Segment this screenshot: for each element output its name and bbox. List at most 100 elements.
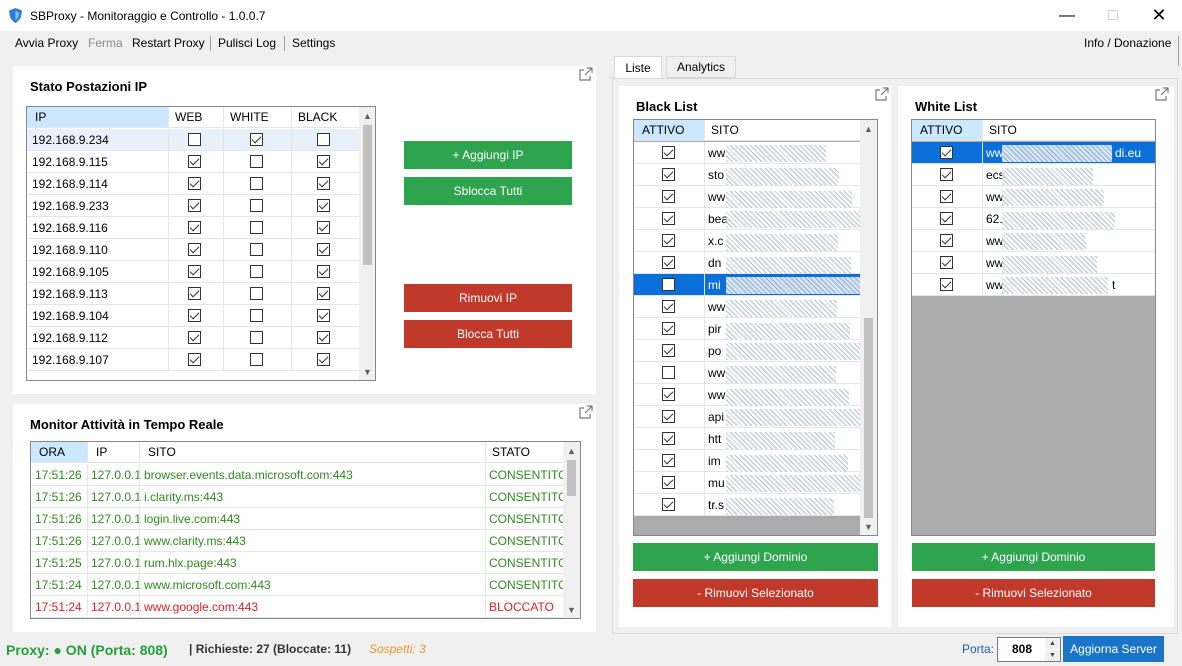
table-row[interactable]: 192.168.9.234 [27,129,359,151]
scroll-down-icon[interactable]: ▼ [359,363,375,380]
checkbox[interactable] [250,177,263,190]
list-item[interactable]: ww [634,142,860,164]
scroll-up-icon[interactable]: ▲ [860,120,877,137]
checkbox[interactable] [250,155,263,168]
list-item[interactable]: ww di.eu [912,142,1155,164]
table-row[interactable]: 192.168.9.110 [27,239,359,261]
whitelist-add-domain-button[interactable]: + Aggiungi Dominio [912,543,1155,571]
checkbox[interactable] [662,190,675,203]
checkbox[interactable] [317,265,330,278]
checkbox[interactable] [188,331,201,344]
checkbox[interactable] [188,353,201,366]
tab-analytics[interactable]: Analytics [666,56,736,78]
remove-ip-button[interactable]: Rimuovi IP [404,284,572,312]
col-header-black[interactable]: BLACK [291,107,359,128]
table-row[interactable]: 192.168.9.115 [27,151,359,173]
list-item[interactable]: mi [634,274,864,296]
list-item[interactable]: ecs [912,164,1155,186]
scroll-down-icon[interactable]: ▼ [563,601,580,618]
table-row[interactable]: 192.168.9.113 [27,283,359,305]
col-header-status[interactable]: STATO [485,442,563,463]
list-item[interactable]: ww [912,230,1155,252]
blacklist-scrollbar[interactable]: ▲ ▼ [860,120,877,535]
checkbox[interactable] [662,212,675,225]
list-item[interactable]: bea [634,208,865,230]
block-all-button[interactable]: Blocca Tutti [404,320,572,348]
list-item[interactable]: ww [634,384,860,406]
checkbox[interactable] [317,331,330,344]
checkbox[interactable] [662,168,675,181]
menu-stop[interactable]: Ferma [88,36,123,50]
tab-lists[interactable]: Liste [614,56,662,78]
checkbox[interactable] [940,190,953,203]
blacklist-add-domain-button[interactable]: + Aggiungi Dominio [633,543,878,571]
checkbox[interactable] [662,322,675,335]
list-item[interactable]: sto [634,164,860,186]
table-row[interactable]: 192.168.9.116 [27,217,359,239]
checkbox[interactable] [940,256,953,269]
table-row[interactable]: 17:51:26 127.0.0.1 browser.events.data.mic… [31,464,567,486]
list-item[interactable]: htt [634,428,860,450]
popout-icon[interactable] [579,405,593,419]
checkbox[interactable] [940,278,953,291]
table-row[interactable]: 17:51:24 127.0.0.1 www.microsoft.com:443 CO… [31,574,567,596]
list-item[interactable]: pir [634,318,860,340]
monitor-scrollbar[interactable]: ▲ ▼ [563,442,580,618]
table-row[interactable]: 17:51:26 127.0.0.1 i.clarity.ms:443 CONSENT… [31,486,567,508]
scroll-thumb[interactable] [567,460,576,496]
checkbox[interactable] [662,234,675,247]
checkbox[interactable] [662,366,675,379]
checkbox[interactable] [188,199,201,212]
list-item[interactable]: x.c [634,230,860,252]
checkbox[interactable] [662,410,675,423]
col-header-active[interactable]: ATTIVO [912,120,982,141]
list-item[interactable]: ww [634,362,860,384]
col-header-ip[interactable]: IP [27,107,168,128]
checkbox[interactable] [250,221,263,234]
port-value[interactable]: 808 [1012,642,1032,656]
menu-settings[interactable]: Settings [292,36,335,50]
port-stepper[interactable]: 808 ▲ ▼ [997,637,1061,662]
checkbox[interactable] [188,287,201,300]
table-row[interactable]: 192.168.9.112 [27,327,359,349]
scroll-thumb[interactable] [363,125,372,265]
checkbox[interactable] [317,309,330,322]
checkbox[interactable] [940,212,953,225]
popout-icon[interactable] [579,67,593,81]
col-header-site[interactable]: SITO [139,442,485,463]
checkbox[interactable] [662,344,675,357]
checkbox[interactable] [940,168,953,181]
popout-icon[interactable] [1155,87,1169,101]
checkbox[interactable] [188,155,201,168]
scroll-up-icon[interactable]: ▲ [359,107,375,124]
checkbox[interactable] [662,300,675,313]
minimize-button[interactable]: — [1044,0,1090,31]
col-header-white[interactable]: WHITE [223,107,291,128]
scroll-thumb[interactable] [864,318,873,518]
checkbox[interactable] [317,243,330,256]
checkbox[interactable] [250,353,263,366]
checkbox[interactable] [250,265,263,278]
stepper-down-icon[interactable]: ▼ [1045,650,1060,661]
add-ip-button[interactable]: + Aggiungi IP [404,141,572,169]
table-row[interactable]: 17:51:25 127.0.0.1 rum.hlx.page:443 CONSENT… [31,552,567,574]
update-server-button[interactable]: Aggiorna Server [1063,636,1164,662]
checkbox[interactable] [662,388,675,401]
checkbox[interactable] [188,133,201,146]
list-item[interactable]: ww [912,186,1155,208]
col-header-time[interactable]: ORA [31,442,87,463]
col-header-ip[interactable]: IP [87,442,139,463]
maximize-button[interactable]: □ [1090,0,1136,31]
col-header-site[interactable]: SITO [982,120,1155,141]
menu-restart-proxy[interactable]: Restart Proxy [132,36,205,50]
checkbox[interactable] [662,454,675,467]
menu-clear-log[interactable]: Pulisci Log [218,36,276,50]
scroll-up-icon[interactable]: ▲ [563,442,580,459]
checkbox[interactable] [317,221,330,234]
table-row[interactable]: 192.168.9.105 [27,261,359,283]
checkbox[interactable] [662,476,675,489]
table-row[interactable]: 192.168.9.233 [27,195,359,217]
checkbox[interactable] [317,353,330,366]
unlock-all-button[interactable]: Sblocca Tutti [404,177,572,205]
checkbox[interactable] [250,243,263,256]
